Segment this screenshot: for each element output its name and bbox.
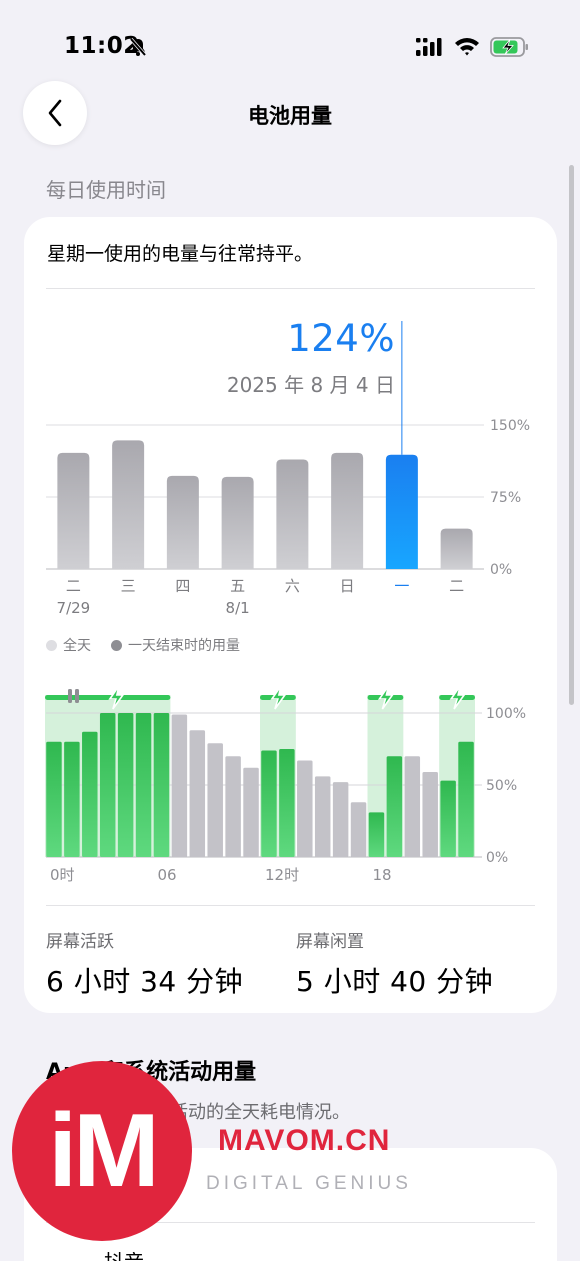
- battery-charging-icon: [490, 37, 528, 57]
- page-title: 电池用量: [248, 104, 332, 128]
- daily-usage-header: 每日使用时间: [46, 178, 166, 202]
- hourly-bar: [332, 782, 349, 857]
- hourly-bar: [261, 750, 277, 857]
- x-tick-label: 0时: [50, 866, 75, 884]
- hourly-bar: [135, 713, 152, 857]
- screen-idle-label: 屏幕闲置: [296, 932, 364, 952]
- watermark-tagline: DIGITAL GENIUS: [206, 1173, 412, 1194]
- screen-idle-stat: 屏幕闲置 5 小时 40 分钟: [296, 927, 493, 1000]
- scrollbar[interactable]: [569, 165, 574, 705]
- hourly-battery-chart[interactable]: 0% 50% 100% 0时 06 12时 18: [24, 217, 557, 897]
- screen-active-stat: 屏幕活跃 6 小时 34 分钟: [46, 927, 243, 1000]
- app-item-douyin[interactable]: 抖音: [104, 1246, 144, 1261]
- hourly-bar: [350, 802, 367, 857]
- hourly-bar: [46, 741, 62, 857]
- silent-bell-icon: [129, 37, 147, 57]
- hourly-bar: [440, 780, 456, 857]
- hourly-bar: [404, 756, 421, 857]
- screen-idle-value: 5 小时 40 分钟: [296, 965, 494, 998]
- hourly-bar: [314, 776, 331, 857]
- hourly-bar: [243, 767, 259, 857]
- y-tick-label: 100%: [486, 706, 526, 722]
- x-tick-label: 06: [158, 866, 177, 884]
- hourly-bar: [368, 812, 385, 857]
- watermark-site: MAVOM.CN: [218, 1124, 391, 1157]
- divider: [46, 905, 535, 906]
- hourly-bar: [207, 743, 223, 857]
- pause-icon: [68, 689, 72, 703]
- y-tick-label: 0%: [486, 850, 508, 866]
- pause-icon: [75, 689, 79, 703]
- watermark-logo: iM: [12, 1061, 192, 1241]
- hourly-bar: [117, 713, 134, 857]
- hourly-bar: [189, 730, 206, 857]
- x-tick-label: 12时: [265, 866, 299, 884]
- x-tick-label: 18: [373, 866, 392, 884]
- hourly-bar: [171, 714, 188, 857]
- hourly-bar: [279, 749, 295, 857]
- screen-active-value: 6 小时 34 分钟: [46, 965, 244, 998]
- charging-indicator: [45, 695, 171, 700]
- y-tick-label: 50%: [486, 778, 517, 794]
- status-bar: 11:02: [0, 0, 580, 90]
- cellular-signal-icon: [416, 38, 442, 56]
- wifi-icon: [455, 38, 479, 56]
- hourly-bar: [458, 741, 474, 857]
- screen-active-label: 屏幕活跃: [46, 932, 114, 952]
- hourly-bar: [153, 713, 170, 857]
- battery-usage-card: 星期一使用的电量与往常持平。 124% 2025 年 8 月 4 日 0% 75%…: [24, 217, 557, 1013]
- hourly-bar: [422, 772, 438, 857]
- hourly-bar: [64, 741, 80, 857]
- hourly-bar: [225, 756, 241, 857]
- hourly-bar: [99, 713, 116, 857]
- hourly-bar: [386, 756, 403, 857]
- hourly-bar: [82, 731, 98, 857]
- hourly-bar: [297, 760, 313, 857]
